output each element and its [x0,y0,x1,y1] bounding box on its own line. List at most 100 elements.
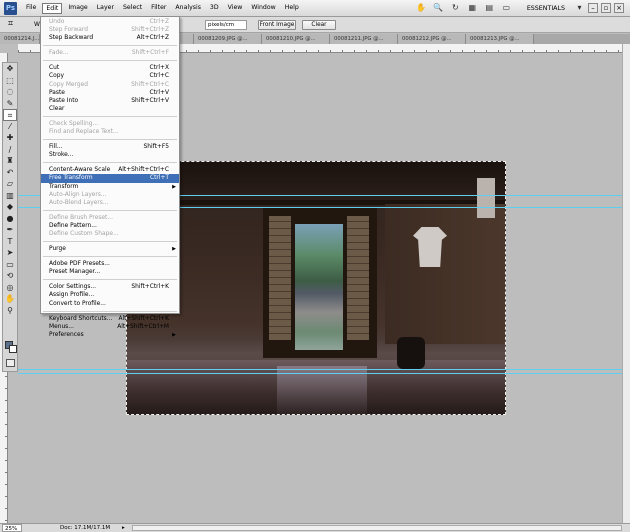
hand-tool-icon[interactable]: ✋ [3,293,17,305]
menu-item-stroke[interactable]: Stroke... [41,151,179,159]
document-tab[interactable]: 00081209.JPG @... [194,34,262,44]
menu-help[interactable]: Help [282,3,302,14]
menu-item-paste[interactable]: Paste Ctrl+V [41,89,179,97]
menu-item-adobe-pdf-presets[interactable]: Adobe PDF Presets... [41,260,179,268]
clone-stamp-tool-icon[interactable]: ♜ [3,155,17,167]
dodge-tool-icon[interactable]: ● [3,213,17,225]
menu-item-free-transform[interactable]: Free Transform Ctrl+T [41,174,179,183]
close-button[interactable]: × [614,3,624,13]
shape-tool-icon[interactable]: ▭ [3,259,17,271]
menu-item-label: Undo [49,19,65,25]
menu-item-step-backward[interactable]: Step Backward Alt+Ctrl+Z [41,34,179,42]
menu-item-convert-to-profile[interactable]: Convert to Profile... [41,300,179,308]
document-tab[interactable]: 00081210.JPG @... [262,34,330,44]
menu-separator [43,308,177,312]
menu-select[interactable]: Select [120,3,145,14]
menu-item-label: Auto-Align Layers... [49,191,107,198]
menu-separator [43,253,177,258]
guide-line[interactable] [18,369,622,370]
front-image-button[interactable]: Front Image [258,20,296,30]
grid-icon[interactable]: ▦ [467,3,478,13]
3d-rotate-tool-icon[interactable]: ⟲ [3,270,17,282]
marquee-tool-icon[interactable]: ⬚ [3,75,17,87]
menu-item-assign-profile[interactable]: Assign Profile... [41,291,179,299]
zoom-tool-icon[interactable]: ⚲ [3,305,17,317]
menu-item-label: Keyboard Shortcuts... [49,315,113,322]
menu-image[interactable]: Image [65,3,90,14]
menu-window[interactable]: Window [248,3,278,14]
menu-item-content-aware-scale[interactable]: Content-Aware Scale Alt+Shift+Ctrl+C [41,166,179,174]
menu-item-label: Define Custom Shape... [49,230,119,237]
menu-item-preferences[interactable]: Preferences ▶ [41,331,179,339]
history-brush-tool-icon[interactable]: ↶ [3,167,17,179]
menu-item-label: Adobe PDF Presets... [49,261,110,268]
menu-filter[interactable]: Filter [148,3,169,14]
type-tool-icon[interactable]: T [3,236,17,248]
crop-tool-icon[interactable]: ⌗ [3,109,17,121]
menu-item-label: Assign Profile... [49,292,95,299]
menu-item-define-pattern[interactable]: Define Pattern... [41,222,179,230]
document-tab[interactable]: 00081214.J... [0,34,40,44]
horizontal-scrollbar[interactable] [132,525,622,531]
minimize-button[interactable]: – [588,3,598,13]
background-color-swatch[interactable] [9,345,17,353]
screen-mode-icon[interactable]: ▭ [501,3,512,13]
menu-3d[interactable]: 3D [207,3,222,14]
chevron-down-icon[interactable]: ▾ [574,3,585,13]
menu-view[interactable]: View [225,3,246,14]
menu-analysis[interactable]: Analysis [172,3,204,14]
rotate-view-icon[interactable]: ↻ [450,3,461,13]
menu-item-keyboard-shortcuts[interactable]: Keyboard Shortcuts... Alt+Shift+Ctrl+K [41,315,179,323]
resolution-unit-select[interactable]: pixels/cm [205,20,247,30]
brush-tool-icon[interactable]: ∕ [3,144,17,156]
menu-edit[interactable]: Edit [42,2,63,14]
menu-item-fill[interactable]: Fill... Shift+F5 [41,143,179,151]
menu-item-label: Define Pattern... [49,222,97,229]
menu-item-menus[interactable]: Menus... Alt+Shift+Ctrl+M [41,323,179,331]
pen-tool-icon[interactable]: ✒ [3,224,17,236]
gradient-tool-icon[interactable]: ▥ [3,190,17,202]
vertical-scrollbar[interactable] [622,44,630,523]
quick-mask-icon[interactable] [6,359,15,367]
menu-item-shortcut: Ctrl+V [149,89,169,96]
blur-tool-icon[interactable]: ◆ [3,201,17,213]
arrange-documents-icon[interactable]: ▤ [484,3,495,13]
clear-button[interactable]: Clear [302,20,336,30]
menu-item-purge[interactable]: Purge ▶ [41,245,179,253]
menu-item-label: Paste Into [49,97,79,104]
document-tab[interactable]: 00081211.JPG @... [330,34,398,44]
healing-tool-icon[interactable]: ✚ [3,132,17,144]
eraser-tool-icon[interactable]: ▱ [3,178,17,190]
menu-item-shortcut: Ctrl+C [149,73,169,80]
menu-item-transform[interactable]: Transform ▶ [41,183,179,191]
zoom-icon[interactable]: 🔍 [433,3,444,13]
workspace-switcher[interactable]: ESSENTIALS [524,5,568,12]
menu-separator [43,207,177,211]
menu-item-cut[interactable]: Cut Ctrl+X [41,64,179,72]
maximize-button[interactable]: ▫ [601,3,611,13]
menu-layer[interactable]: Layer [94,3,117,14]
document-canvas[interactable] [126,161,506,415]
status-zoom-field[interactable]: 25% [2,524,22,532]
move-tool-icon[interactable]: ✥ [3,63,17,75]
eyedropper-tool-icon[interactable]: ⁄ [3,121,17,133]
menu-item-auto-blend-layers: Auto-Blend Layers... [41,199,179,207]
hand-icon[interactable]: ✋ [416,3,427,13]
document-tab[interactable]: 00081212.JPG @... [398,34,466,44]
crop-icon[interactable]: ⌗ [8,20,13,29]
menu-item-label: Paste [49,89,65,96]
menu-item-preset-manager[interactable]: Preset Manager... [41,268,179,276]
menu-file[interactable]: File [23,3,39,14]
lasso-tool-icon[interactable]: ◌ [3,86,17,98]
path-select-tool-icon[interactable]: ➤ [3,247,17,259]
status-menu-arrow-icon[interactable]: ▸ [122,524,125,532]
menu-item-color-settings[interactable]: Color Settings... Shift+Ctrl+K [41,283,179,291]
document-tab[interactable]: 00081213.JPG @... [466,34,534,44]
menu-item-paste-into[interactable]: Paste Into Shift+Ctrl+V [41,97,179,105]
guide-line[interactable] [18,373,622,374]
menu-item-clear[interactable]: Clear [41,105,179,113]
quick-select-tool-icon[interactable]: ✎ [3,98,17,110]
menu-item-copy[interactable]: Copy Ctrl+C [41,72,179,80]
3d-orbit-tool-icon[interactable]: ◎ [3,282,17,294]
menu-item-label: Color Settings... [49,284,97,291]
